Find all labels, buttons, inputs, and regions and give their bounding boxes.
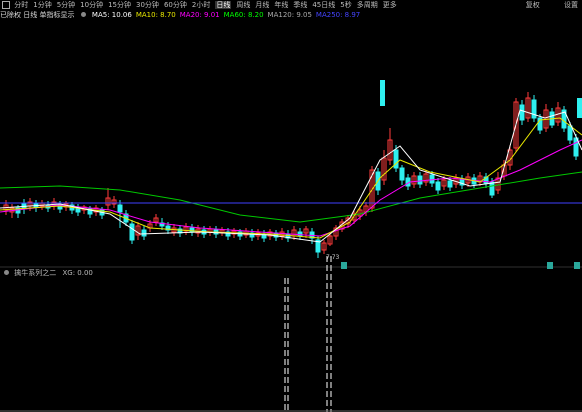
signal-badge (574, 262, 580, 269)
candle-body (435, 181, 441, 191)
candle-body (417, 175, 423, 185)
candle-body (429, 174, 435, 184)
candle-body (297, 231, 303, 237)
indicator-legend: 擒牛系列之二 XG: 0.00 (4, 268, 93, 278)
candle-body (489, 181, 495, 196)
ma10-line (0, 117, 582, 239)
candle-body (399, 167, 405, 181)
indicator-value: XG: 0.00 (62, 269, 93, 277)
candle-body (577, 98, 582, 118)
signal-badge (341, 262, 347, 269)
candle-body (141, 229, 147, 237)
candle-body (117, 204, 123, 213)
ma60-line (0, 171, 582, 223)
kline-chart[interactable] (0, 0, 582, 412)
indicator-title: 擒牛系列之二 (14, 269, 57, 277)
candle-body (567, 125, 573, 141)
candle-body (447, 180, 453, 188)
indicator-dot-icon[interactable] (4, 270, 9, 275)
candle-body (519, 104, 525, 121)
candle-body (129, 223, 135, 241)
candle-body (189, 227, 195, 233)
signal-badge (547, 262, 553, 269)
candle-body (380, 80, 385, 106)
low-price-label: 7.73 (326, 254, 340, 261)
ma5-line (0, 109, 582, 243)
